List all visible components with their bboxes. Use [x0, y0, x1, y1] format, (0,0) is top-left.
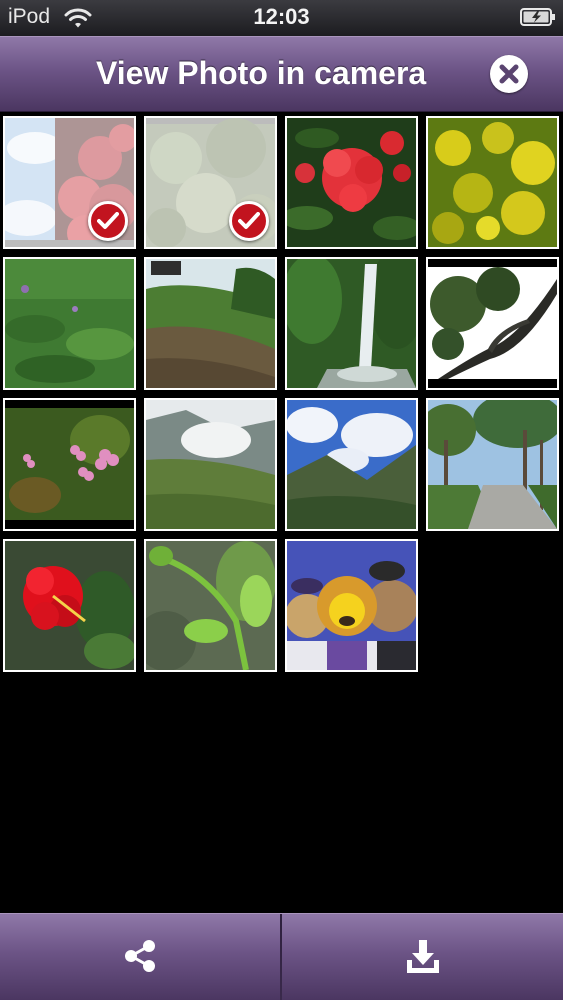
photo-mountain-valley-sky [287, 400, 416, 529]
selected-check-badge [88, 201, 128, 241]
photo-thumbnail[interactable] [426, 398, 559, 531]
photo-thumbnail[interactable] [144, 257, 277, 390]
photo-pink-wildflowers [5, 400, 134, 529]
photo-yellow-blossoms [428, 118, 557, 247]
photo-thumbnail[interactable] [426, 257, 559, 390]
share-button[interactable] [0, 914, 280, 1000]
photo-thumbnail[interactable] [3, 116, 136, 249]
photo-thumbnail[interactable] [3, 398, 136, 531]
photo-green-plant-sprout [146, 541, 275, 670]
photo-palm-tree-road [428, 400, 557, 529]
photo-thumbnail[interactable] [426, 116, 559, 249]
photo-thumbnail[interactable] [3, 539, 136, 672]
download-icon [407, 940, 439, 973]
bottom-toolbar [0, 913, 563, 1000]
title-bar: View Photo in camera [0, 36, 563, 112]
photo-green-meadow [5, 259, 134, 388]
battery-charging-icon [520, 8, 555, 26]
photo-thumbnail[interactable] [144, 539, 277, 672]
status-time: 12:03 [253, 4, 310, 29]
selected-check-badge [229, 201, 269, 241]
download-button[interactable] [282, 914, 563, 1000]
photo-thumbnail[interactable] [285, 398, 418, 531]
photo-misty-mountain [146, 400, 275, 529]
photo-thumbnail[interactable] [3, 257, 136, 390]
photo-red-rhododendron [287, 118, 416, 247]
close-icon [499, 64, 519, 84]
close-button[interactable] [490, 55, 528, 93]
photo-red-hibiscus [5, 541, 134, 670]
share-icon [125, 940, 155, 972]
photo-waterfall [287, 259, 416, 388]
photo-thumbnail[interactable] [285, 257, 418, 390]
page-title: View Photo in camera [96, 55, 427, 91]
photo-plush-lion-toys [287, 541, 416, 670]
photo-thumbnail[interactable] [285, 539, 418, 672]
checkmark-icon [97, 212, 119, 229]
photo-thumbnail[interactable] [144, 116, 277, 249]
checkmark-icon [238, 212, 260, 229]
status-bar: iPod 12:03 [0, 0, 563, 36]
screen: iPod 12:03 View Photo in camera [0, 0, 563, 1000]
photo-grid [3, 116, 561, 672]
photo-thumbnail[interactable] [285, 116, 418, 249]
photo-thumbnail[interactable] [144, 398, 277, 531]
photo-tree-branches [428, 259, 557, 388]
photo-hillside-slope [146, 259, 275, 388]
